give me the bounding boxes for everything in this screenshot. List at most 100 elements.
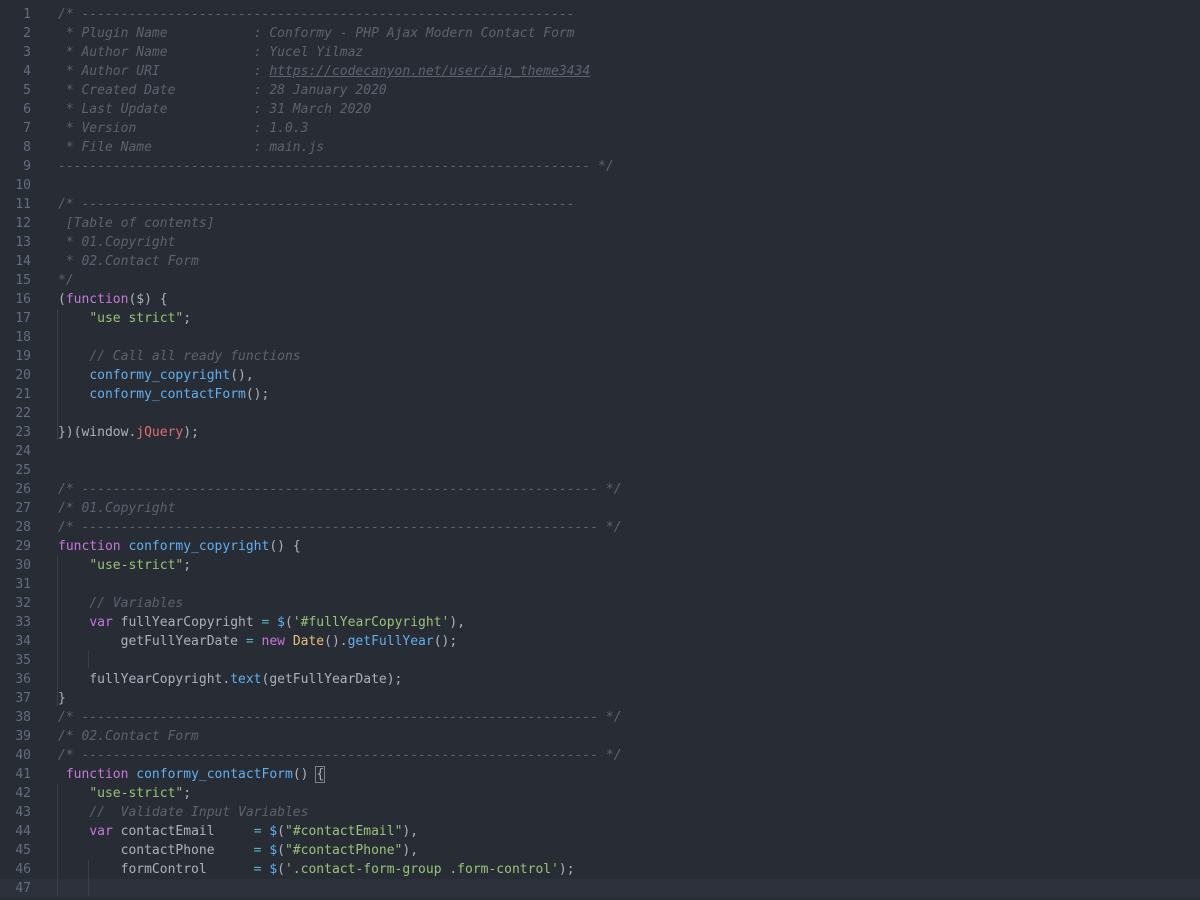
code-line[interactable]: 19 // Call all ready functions: [0, 347, 1200, 366]
line-number: 21: [15, 387, 31, 402]
code-line[interactable]: 42 "use-strict";: [0, 784, 1200, 803]
code-line[interactable]: 16 (function($) {: [0, 290, 1200, 309]
code-line[interactable]: 31: [0, 575, 1200, 594]
line-number: 5: [23, 83, 31, 98]
code-line[interactable]: 32 // Variables: [0, 594, 1200, 613]
code-line[interactable]: 38 /* -----------------------------------…: [0, 708, 1200, 727]
code-line[interactable]: 40 /* -----------------------------------…: [0, 746, 1200, 765]
token-plain: (: [277, 862, 285, 877]
code-line[interactable]: 13 * 01.Copyright: [0, 233, 1200, 252]
code-line[interactable]: 14 * 02.Contact Form: [0, 252, 1200, 271]
line-number: 23: [15, 425, 31, 440]
code-editor[interactable]: 1 /* ------------------------------------…: [0, 0, 1200, 900]
code-line[interactable]: 29 function conformy_copyright() {: [0, 537, 1200, 556]
line-code: */: [58, 271, 74, 290]
code-line[interactable]: 11 /* -----------------------------------…: [0, 195, 1200, 214]
token-comment: * Author URI :: [58, 64, 270, 79]
code-line[interactable]: 7 * Version : 1.0.3: [0, 119, 1200, 138]
code-line[interactable]: 4 * Author URI : https://codecanyon.net/…: [0, 62, 1200, 81]
line-number: 29: [15, 539, 31, 554]
token-plain: ),: [449, 615, 466, 630]
code-line[interactable]: 20 conformy_copyright(),: [0, 366, 1200, 385]
token-plain: );: [183, 425, 199, 440]
code-line[interactable]: 33 var fullYearCopyright = $('#fullYearC…: [0, 613, 1200, 632]
code-line[interactable]: 24: [0, 442, 1200, 461]
code-line[interactable]: 21 conformy_contactForm();: [0, 385, 1200, 404]
token-comment: /* -------------------------------------…: [58, 748, 622, 763]
code-line[interactable]: 43 // Validate Input Variables: [0, 803, 1200, 822]
code-line[interactable]: 39 /* 02.Contact Form: [0, 727, 1200, 746]
token-plain: );: [558, 862, 575, 877]
line-code: var contactEmail = $("#contactEmail"),: [58, 822, 418, 841]
token-comment: /* -------------------------------------…: [58, 710, 622, 725]
line-number: 30: [15, 558, 31, 573]
line-number: 31: [15, 577, 31, 592]
code-line[interactable]: 25: [0, 461, 1200, 480]
code-line[interactable]: 1 /* ------------------------------------…: [0, 5, 1200, 24]
code-line[interactable]: 27 /* 01.Copyright: [0, 499, 1200, 518]
code-line[interactable]: 35: [0, 651, 1200, 670]
line-number: 43: [15, 805, 31, 820]
token-string: "#contactPhone": [284, 843, 403, 858]
token-comment: * Created Date : 28 January 2020: [58, 83, 387, 98]
line-code: "use-strict";: [58, 784, 191, 803]
code-line[interactable]: 44 var contactEmail = $("#contactEmail")…: [0, 822, 1200, 841]
line-number: 7: [23, 121, 31, 136]
line-code: // Validate Input Variables: [58, 803, 308, 822]
line-number: 42: [15, 786, 31, 801]
token-comment: /* 01.Copyright: [58, 501, 176, 516]
token-fn: conformy_contactForm: [89, 387, 246, 402]
code-line[interactable]: 46 formControl = $('.contact-form-group …: [0, 860, 1200, 879]
token-comment: [Table of contents]: [58, 216, 215, 231]
code-line[interactable]: 41 function conformy_contactForm() {: [0, 765, 1200, 784]
code-line[interactable]: 37}: [0, 689, 1200, 708]
code-line[interactable]: 5 * Created Date : 28 January 2020: [0, 81, 1200, 100]
token-plain: ;: [183, 311, 192, 326]
line-number: 9: [23, 159, 31, 174]
code-line[interactable]: 3 * Author Name : Yucel Yilmaz: [0, 43, 1200, 62]
token-string: "use-strict": [89, 558, 184, 573]
token-string: "use-strict": [89, 786, 184, 801]
token-plain: (): [292, 767, 317, 782]
code-line[interactable]: 9 ---------------------------------------…: [0, 157, 1200, 176]
code-line[interactable]: 45 contactPhone = $("#contactPhone"),: [0, 841, 1200, 860]
code-line[interactable]: 47: [0, 879, 1200, 898]
code-line[interactable]: 22: [0, 404, 1200, 423]
line-code: conformy_copyright(),: [58, 366, 253, 385]
code-line[interactable]: 30 "use-strict";: [0, 556, 1200, 575]
line-code: formControl = $('.contact-form-group .fo…: [58, 860, 575, 879]
code-line[interactable]: 34 getFullYearDate = new Date().getFullY…: [0, 632, 1200, 651]
token-comment: */: [58, 273, 74, 288]
line-number: 2: [23, 26, 31, 41]
code-line[interactable]: 6 * Last Update : 31 March 2020: [0, 100, 1200, 119]
line-code: * Author Name : Yucel Yilmaz: [58, 43, 363, 62]
token-plain: fullYearCopyright: [112, 615, 262, 630]
token-comment: * Version : 1.0.3: [58, 121, 309, 136]
line-number: 24: [15, 444, 31, 459]
code-line[interactable]: 2 * Plugin Name : Conformy - PHP Ajax Mo…: [0, 24, 1200, 43]
code-line[interactable]: 36 fullYearCopyright.text(getFullYearDat…: [0, 670, 1200, 689]
token-plain: getFullYearDate: [58, 634, 246, 649]
line-code: })(window.jQuery);: [58, 423, 199, 442]
token-string: '.contact-form-group .form-control': [284, 862, 559, 877]
code-line[interactable]: 18: [0, 328, 1200, 347]
code-line[interactable]: 12 [Table of contents]: [0, 214, 1200, 233]
code-line[interactable]: 28 /* -----------------------------------…: [0, 518, 1200, 537]
code-line[interactable]: 23 })(window.jQuery);: [0, 423, 1200, 442]
line-code: conformy_contactForm();: [58, 385, 269, 404]
code-line[interactable]: 15 */: [0, 271, 1200, 290]
line-code: [Table of contents]: [58, 214, 215, 233]
line-code: * 01.Copyright: [58, 233, 176, 252]
token-plain: ;: [183, 558, 192, 573]
code-line[interactable]: 26 /* -----------------------------------…: [0, 480, 1200, 499]
line-code: * Created Date : 28 January 2020: [58, 81, 387, 100]
token-op: =: [253, 824, 262, 839]
code-line[interactable]: 10: [0, 176, 1200, 195]
code-line[interactable]: 8 * File Name : main.js: [0, 138, 1200, 157]
token-link[interactable]: https://codecanyon.net/user/aip_theme343…: [269, 64, 590, 79]
line-number: 22: [15, 406, 31, 421]
code-line[interactable]: 17 "use strict";: [0, 309, 1200, 328]
